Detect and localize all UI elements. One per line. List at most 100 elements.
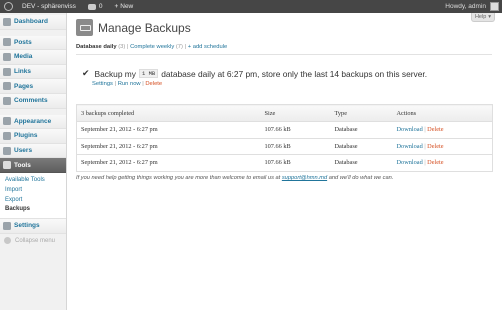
download-link[interactable]: Download <box>397 126 423 133</box>
backup-size: 107.66 kB <box>260 138 331 155</box>
tab-count: (3) <box>118 44 126 50</box>
avatar <box>490 2 499 11</box>
submenu-item-available-tools[interactable]: Available Tools <box>5 176 66 186</box>
sidebar-item-settings[interactable]: Settings <box>0 219 66 234</box>
admin-sidebar: Dashboard Posts Media Links Pages Commen… <box>0 13 67 310</box>
wordpress-logo-icon[interactable] <box>0 0 16 13</box>
submenu-item-backups[interactable]: Backups <box>5 205 66 215</box>
backup-type: Database <box>330 121 393 139</box>
backup-size: 107.66 kB <box>260 154 331 171</box>
sidebar-item-label: Dashboard <box>14 18 48 26</box>
column-header-completed: 3 backups completed <box>76 104 261 122</box>
my-account-menu[interactable]: Howdy, admin <box>445 2 502 11</box>
backup-date: September 21, 2012 - 6:27 pm <box>76 154 261 171</box>
sidebar-item-label: Appearance <box>14 117 52 125</box>
schedule-tabs: Database daily (3) | Complete weekly (7)… <box>76 44 228 50</box>
help-label: Help <box>474 14 487 20</box>
delete-backup-link[interactable]: Delete <box>427 159 443 166</box>
table-row: September 21, 2012 - 6:27 pm 107.66 kB D… <box>76 121 493 139</box>
tab-count: (7) <box>175 44 183 50</box>
sidebar-item-dashboard[interactable]: Dashboard <box>0 15 66 30</box>
dashboard-icon <box>3 17 11 26</box>
column-header-type: Type <box>330 104 393 122</box>
media-icon <box>3 52 11 61</box>
admin-bar: DEV - sphärenviss 0 + New Howdy, admin <box>0 0 502 13</box>
sidebar-item-label: Links <box>14 68 31 76</box>
backup-date: September 21, 2012 - 6:27 pm <box>76 138 261 155</box>
backup-type: Database <box>330 138 393 155</box>
backups-table: 3 backups completed Size Type Actions Se… <box>76 104 493 172</box>
site-name-link[interactable]: DEV - sphärenviss <box>16 0 82 13</box>
tab-database-daily[interactable]: Database daily <box>76 44 117 50</box>
page-header: Manage Backups <box>76 19 191 36</box>
help-tab-button[interactable]: Help ▾ <box>471 13 495 22</box>
schedule-settings-link[interactable]: Settings <box>92 81 113 87</box>
main-content: Help ▾ Manage Backups Database daily (3)… <box>68 13 502 310</box>
submenu-item-export[interactable]: Export <box>5 196 66 206</box>
support-note-after: and we'll do what we can. <box>328 175 394 181</box>
schedule-description: database daily at 6:27 pm, store only th… <box>161 68 428 79</box>
new-content-link[interactable]: + New <box>108 0 139 13</box>
delete-backup-link[interactable]: Delete <box>427 126 443 133</box>
tab-complete-weekly[interactable]: Complete weekly <box>130 44 174 50</box>
comment-bubble-icon <box>87 3 96 10</box>
sidebar-item-links[interactable]: Links <box>0 64 66 80</box>
sidebar-item-posts[interactable]: Posts <box>0 35 66 51</box>
sidebar-item-label: Media <box>14 53 33 61</box>
column-header-size: Size <box>260 104 331 122</box>
sidebar-item-pages[interactable]: Pages <box>0 79 66 94</box>
tools-icon <box>3 161 11 170</box>
backup-date: September 21, 2012 - 6:27 pm <box>76 121 261 139</box>
table-row: September 21, 2012 - 6:27 pm 107.66 kB D… <box>76 154 493 171</box>
delete-backup-link[interactable]: Delete <box>427 143 443 150</box>
support-email-link[interactable]: support@hmn.md <box>282 175 327 181</box>
comments-icon <box>3 96 11 105</box>
sidebar-item-label: Tools <box>14 161 31 169</box>
sidebar-item-plugins[interactable]: Plugins <box>0 129 66 144</box>
backup-actions: Download | Delete <box>392 121 493 139</box>
howdy-text: Howdy, admin <box>445 3 486 10</box>
posts-icon <box>3 38 11 47</box>
sidebar-item-comments[interactable]: Comments <box>0 93 66 109</box>
plugins-icon <box>3 131 11 140</box>
sidebar-item-label: Posts <box>14 38 32 46</box>
support-note-before: If you need help getting things working … <box>76 175 281 181</box>
download-link[interactable]: Download <box>397 143 423 150</box>
sidebar-item-media[interactable]: Media <box>0 50 66 65</box>
settings-icon <box>3 221 11 230</box>
sidebar-item-label: Users <box>14 147 33 155</box>
backup-type: Database <box>330 154 393 171</box>
chevron-down-icon: ▾ <box>488 14 492 20</box>
sidebar-item-label: Plugins <box>14 132 38 140</box>
collapse-menu-label: Collapse menu <box>15 237 56 244</box>
new-label: New <box>120 3 134 10</box>
run-now-link[interactable]: Run now <box>118 81 141 87</box>
submenu-item-import[interactable]: Import <box>5 186 66 196</box>
backup-size-code: 1 MB <box>138 69 159 78</box>
schedule-actions: Settings | Run now | Delete <box>92 81 163 87</box>
sidebar-item-label: Settings <box>14 222 40 230</box>
column-header-actions: Actions <box>392 104 493 122</box>
sidebar-item-tools[interactable]: Tools <box>0 158 66 173</box>
add-schedule-link[interactable]: + add schedule <box>188 44 227 50</box>
backup-actions: Download | Delete <box>392 138 493 155</box>
sidebar-item-label: Comments <box>14 97 48 105</box>
table-header-row: 3 backups completed Size Type Actions <box>76 104 493 122</box>
download-link[interactable]: Download <box>397 159 423 166</box>
plus-icon: + <box>114 3 119 10</box>
sidebar-item-label: Pages <box>14 82 34 90</box>
collapse-menu-button[interactable]: Collapse menu <box>0 234 66 248</box>
tools-submenu: Available Tools Import Export Backups <box>0 172 66 220</box>
checkmark-icon: ✔ <box>82 68 90 78</box>
sidebar-item-appearance[interactable]: Appearance <box>0 114 66 130</box>
pages-icon <box>3 82 11 91</box>
comments-count: 0 <box>98 3 103 10</box>
table-row: September 21, 2012 - 6:27 pm 107.66 kB D… <box>76 138 493 155</box>
delete-schedule-link[interactable]: Delete <box>145 81 162 87</box>
sidebar-item-users[interactable]: Users <box>0 143 66 159</box>
users-icon <box>3 146 11 155</box>
links-icon <box>3 67 11 76</box>
backup-size: 107.66 kB <box>260 121 331 139</box>
comments-link[interactable]: 0 <box>82 0 109 13</box>
collapse-arrow-icon <box>4 237 11 245</box>
